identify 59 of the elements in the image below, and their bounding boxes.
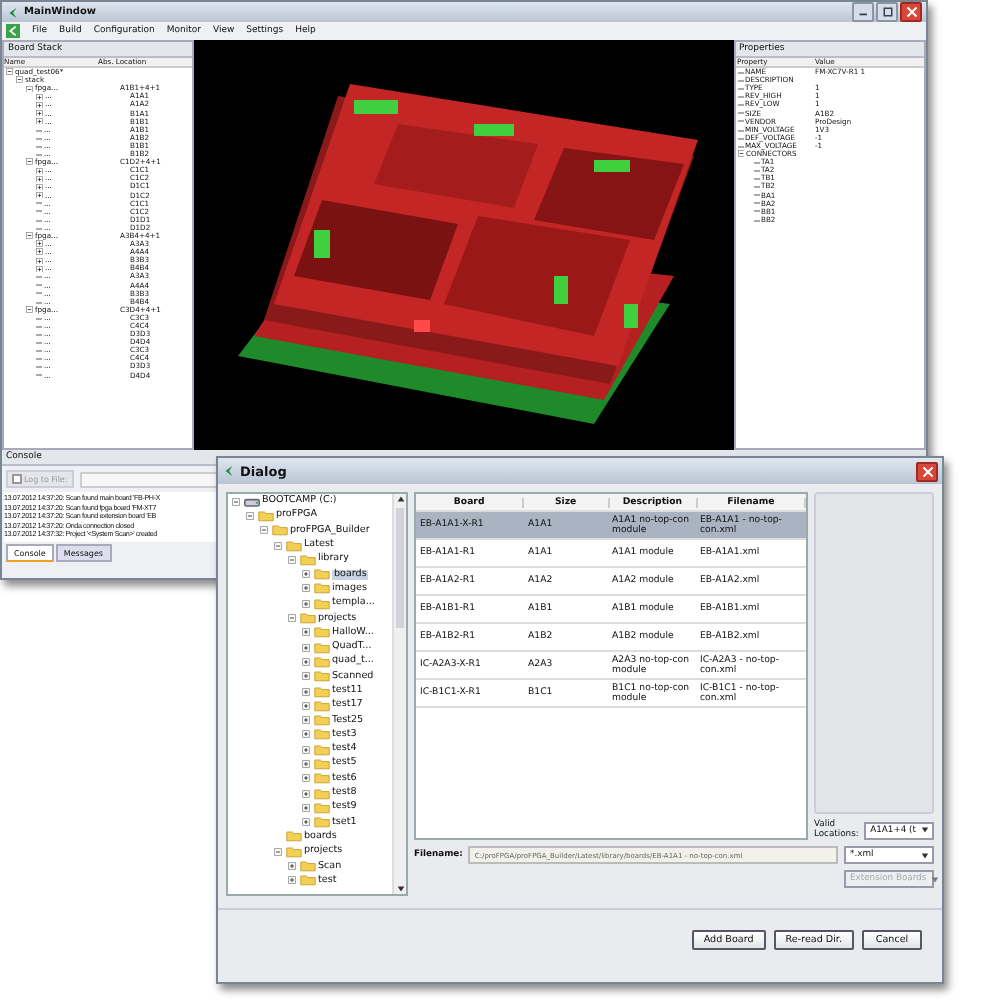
expand-toggle-icon[interactable] <box>36 265 43 273</box>
expand-toggle-icon[interactable] <box>36 240 43 248</box>
expand-toggle-icon[interactable] <box>288 614 296 623</box>
expand-toggle-icon[interactable] <box>36 117 43 125</box>
expand-toggle-icon[interactable] <box>302 730 310 739</box>
close-button[interactable] <box>916 461 938 481</box>
expand-toggle-icon[interactable] <box>6 68 13 76</box>
expand-toggle-icon[interactable] <box>36 257 43 265</box>
app-menu-icon[interactable] <box>6 24 20 38</box>
expand-toggle-icon[interactable] <box>26 158 33 166</box>
expand-toggle-icon[interactable] <box>36 109 43 117</box>
scroll-down-icon[interactable] <box>395 884 405 894</box>
expand-toggle-icon[interactable] <box>302 774 310 783</box>
scroll-up-icon[interactable] <box>395 494 405 504</box>
expand-toggle-icon[interactable] <box>302 599 310 608</box>
expand-toggle-icon[interactable] <box>274 847 282 856</box>
expand-toggle-icon[interactable] <box>26 306 33 314</box>
drive-icon <box>243 495 259 508</box>
maximize-button[interactable] <box>876 2 898 22</box>
expand-toggle-icon[interactable] <box>302 657 310 666</box>
expand-toggle-icon[interactable] <box>36 248 43 256</box>
expand-toggle-icon[interactable] <box>246 511 254 520</box>
expand-toggle-icon[interactable] <box>302 759 310 768</box>
expand-toggle-icon[interactable] <box>36 167 43 175</box>
expand-toggle-icon[interactable] <box>302 803 310 812</box>
close-button[interactable] <box>900 2 922 22</box>
expand-toggle-icon[interactable] <box>260 526 268 535</box>
dropdown-arrow-icon <box>930 875 941 883</box>
expand-toggle-icon[interactable] <box>36 175 43 183</box>
expand-toggle-icon[interactable] <box>288 555 296 564</box>
expand-toggle-icon[interactable] <box>274 541 282 550</box>
scrollbar[interactable] <box>392 494 406 894</box>
expand-toggle-icon[interactable] <box>36 101 43 109</box>
expand-toggle-icon[interactable] <box>232 497 240 506</box>
expand-toggle-icon[interactable] <box>737 150 744 158</box>
expand-toggle-icon[interactable] <box>16 76 23 84</box>
expand-toggle-icon[interactable] <box>302 584 310 593</box>
close-icon <box>905 6 917 18</box>
expand-toggle-icon[interactable] <box>36 183 43 191</box>
expand-toggle-icon[interactable] <box>302 570 310 579</box>
expand-toggle-icon[interactable] <box>302 716 310 725</box>
expand-toggle-icon[interactable] <box>26 232 33 240</box>
expand-toggle-icon[interactable] <box>302 745 310 754</box>
expand-toggle-icon[interactable] <box>302 672 310 681</box>
expand-toggle-icon[interactable] <box>302 687 310 695</box>
expand-toggle-icon[interactable] <box>288 862 296 871</box>
expand-toggle-icon[interactable] <box>36 93 43 101</box>
dropdown-arrow-icon <box>920 826 930 834</box>
expand-toggle-icon[interactable] <box>302 789 310 798</box>
expand-toggle-icon[interactable] <box>288 876 296 885</box>
expand-toggle-icon[interactable] <box>26 85 33 93</box>
close-icon <box>921 465 933 477</box>
expand-toggle-icon[interactable] <box>302 628 310 637</box>
expand-toggle-icon[interactable] <box>36 191 43 199</box>
dropdown-arrow-icon <box>920 851 930 859</box>
expand-toggle-icon[interactable] <box>302 818 310 827</box>
expand-toggle-icon[interactable] <box>302 701 310 710</box>
maximize-icon <box>881 6 893 18</box>
expand-toggle-icon[interactable] <box>302 643 310 652</box>
